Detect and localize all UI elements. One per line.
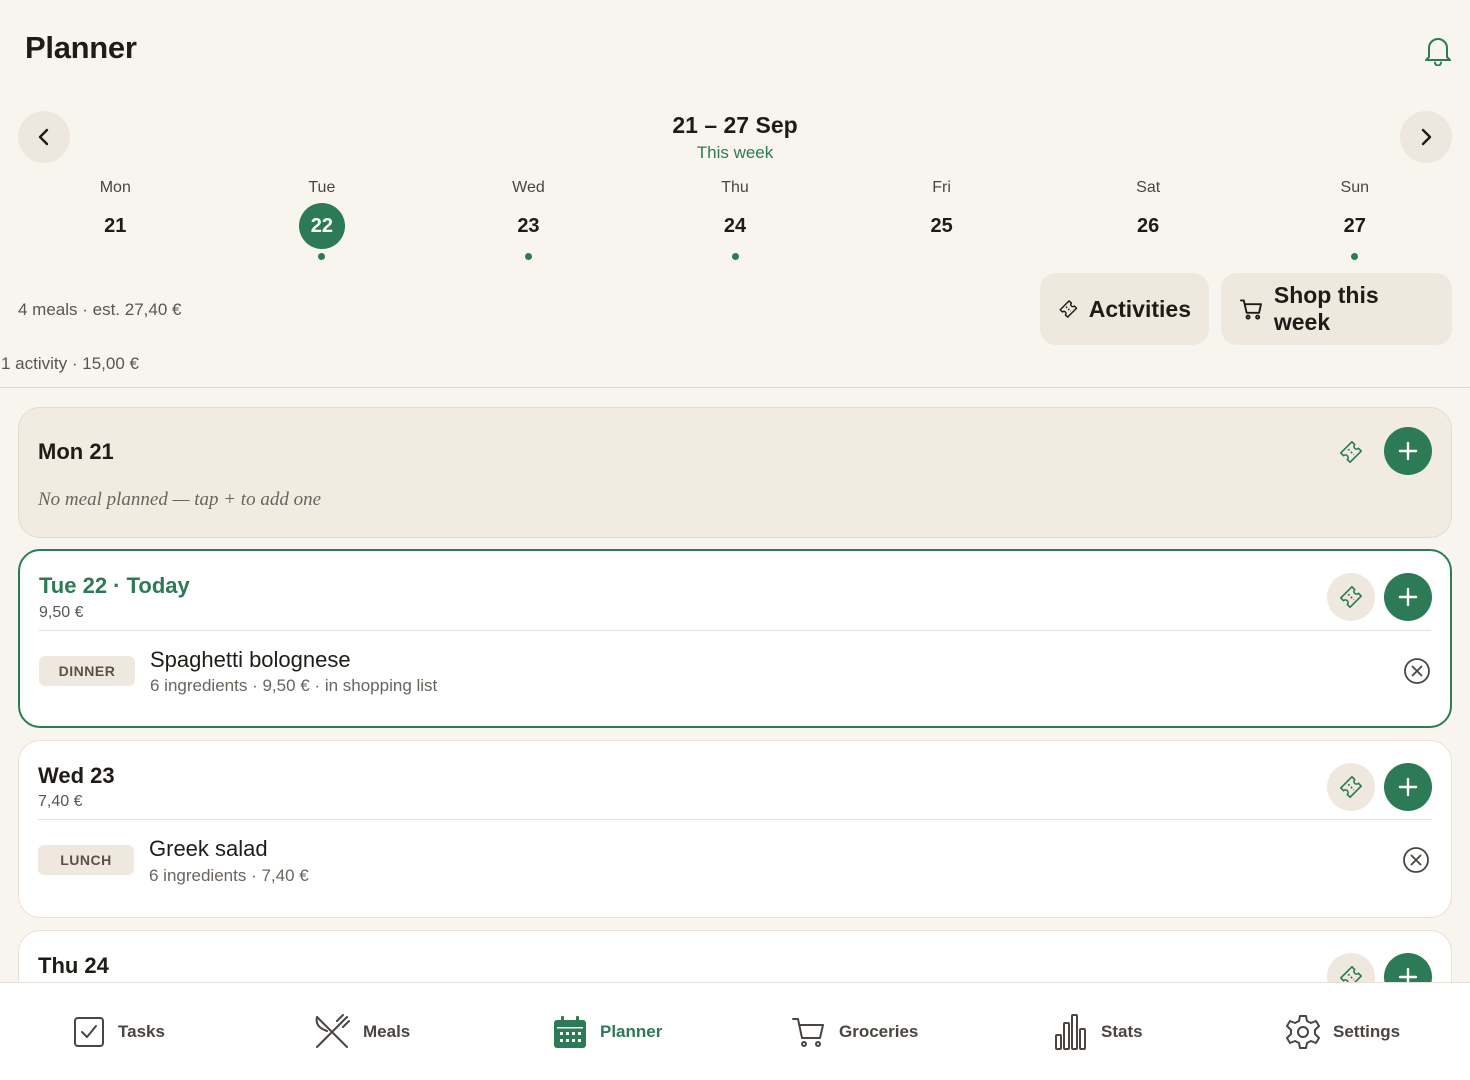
meal-name[interactable]: Greek salad [149,836,268,862]
day-name: Wed [512,179,545,196]
nav-stats[interactable]: Stats [1053,983,1143,1080]
meal-details: 6 ingredients · 9,50 € · in shopping lis… [150,676,438,695]
day-sat[interactable]: Sat 26 [1045,178,1252,268]
day-number: 25 [930,214,953,237]
day-tue[interactable]: Tue 22 [219,178,426,268]
day-sun[interactable]: Sun 27 [1251,178,1458,268]
bottom-nav: Tasks Meals Planner Groceries Stats Sett… [0,982,1470,1080]
remove-meal-button[interactable] [1399,843,1433,877]
day-card-tue: Tue 22 · Today 9,50 € DINNER Spaghetti b… [18,549,1452,728]
empty-day-hint: No meal planned — tap + to add one [38,489,322,510]
close-circle-icon [1403,847,1429,873]
nav-label: Tasks [118,1022,165,1041]
remove-meal-button[interactable] [1400,654,1434,688]
day-name: Sat [1136,179,1161,196]
day-name: Tue [308,179,336,196]
day-card-mon: Mon 21 No meal planned — tap + to add on… [18,407,1452,538]
meal-type-tag: DINNER [39,656,135,686]
day-cost: 9,50 € [39,604,84,621]
day-card-title: Mon 21 [38,439,114,464]
nav-label: Stats [1101,1022,1143,1041]
day-name: Thu [721,179,749,196]
activity-summary: 1 activity · 15,00 € [1,354,139,373]
cart-icon [1239,299,1262,320]
day-card-title: Tue 22 · Today [39,573,190,598]
nav-label: Groceries [839,1022,919,1041]
shop-label: Shop this week [1273,282,1379,335]
add-activity-button[interactable] [1327,428,1375,476]
day-marker [1351,253,1359,260]
add-meal-button[interactable] [1384,763,1432,811]
fork-knife-icon [315,1014,350,1048]
day-fri[interactable]: Fri 25 [838,178,1045,268]
nav-label: Settings [1333,1022,1401,1041]
ticket-icon [1059,300,1078,318]
activities-label: Activities [1088,295,1191,322]
checkbox-icon [74,1017,104,1047]
page-title: Planner [25,30,137,65]
day-strip: Mon 21 Tue 22 Wed 23 Thu 24 Fri 25 Sat 2… [12,178,1458,268]
cart-icon [792,1018,824,1047]
day-mon[interactable]: Mon 21 [12,178,219,268]
day-thu[interactable]: Thu 24 [632,178,839,268]
day-number: 26 [1137,214,1160,237]
plus-icon [1398,441,1418,461]
day-number: 21 [104,214,127,237]
ticket-icon [1339,585,1363,609]
day-cost: 7,40 € [38,793,83,810]
nav-settings[interactable]: Settings [1285,983,1400,1080]
next-week-button[interactable] [1400,111,1452,163]
ticket-icon [1339,440,1363,464]
ticket-icon [1339,775,1363,799]
day-marker [524,253,532,260]
day-number: 24 [723,214,747,237]
day-number: 23 [517,214,540,237]
add-activity-button[interactable] [1327,573,1375,621]
day-marker [1145,253,1152,260]
day-wed[interactable]: Wed 23 [425,178,632,268]
week-subtitle: This week [696,143,774,162]
meals-summary: 4 meals · est. 27,40 € [18,300,182,319]
nav-planner[interactable]: Planner [552,983,662,1080]
nav-groceries[interactable]: Groceries [791,983,918,1080]
week-range: 21 – 27 Sep [672,112,798,138]
day-marker [731,253,739,260]
gear-icon [1286,1015,1320,1049]
nav-meals[interactable]: Meals [313,983,410,1080]
add-meal-button[interactable] [1384,427,1432,475]
day-card-wed: Wed 23 7,40 € LUNCH Greek salad 6 ingred… [18,740,1452,918]
card-divider [39,630,1431,631]
bell-icon [1425,38,1451,66]
close-circle-icon [1404,658,1430,684]
nav-label: Meals [363,1022,411,1041]
day-marker [938,253,945,260]
day-marker [318,253,326,260]
add-meal-button[interactable] [1384,573,1432,621]
section-divider [0,387,1470,388]
plus-icon [1398,777,1418,797]
chevron-right-icon [1421,128,1432,146]
day-marker [112,253,119,260]
calendar-icon [554,1016,586,1048]
day-number: 27 [1343,214,1366,237]
shop-this-week-button[interactable]: Shop this week [1221,273,1452,345]
activities-button[interactable]: Activities [1040,273,1209,345]
day-number-selected: 22 [298,203,345,249]
bar-chart-icon [1055,1014,1086,1050]
day-name: Mon [99,179,131,196]
card-divider [38,819,1432,820]
meal-name[interactable]: Spaghetti bolognese [150,647,351,673]
notifications-button[interactable] [1420,32,1456,68]
day-card-title: Wed 23 [38,763,115,788]
day-card-title: Thu 24 [38,953,109,978]
meal-type-tag: LUNCH [38,845,134,875]
day-name: Sun [1340,179,1369,196]
plus-icon [1398,587,1418,607]
nav-tasks[interactable]: Tasks [72,983,165,1080]
meal-details: 6 ingredients · 7,40 € [149,866,309,885]
nav-label: Planner [600,1022,663,1041]
day-name: Fri [932,179,951,196]
add-activity-button[interactable] [1327,763,1375,811]
